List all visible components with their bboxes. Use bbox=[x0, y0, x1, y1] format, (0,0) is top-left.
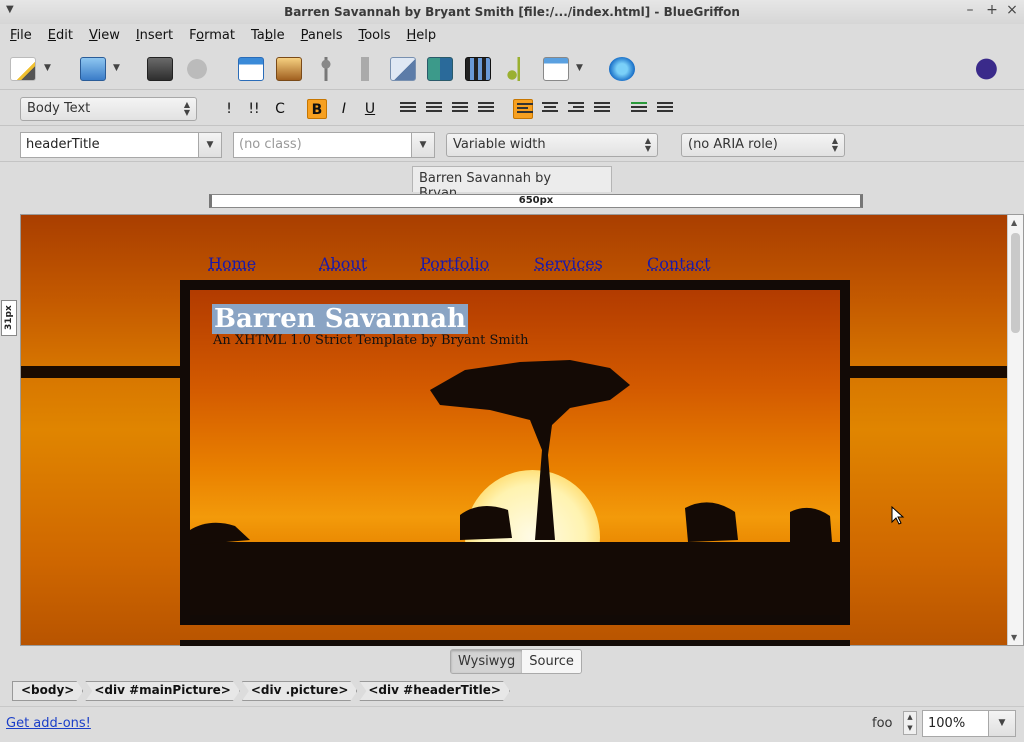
italic-button[interactable]: I bbox=[334, 99, 354, 119]
maximize-icon[interactable]: + bbox=[984, 2, 1000, 18]
header-subtitle[interactable]: An XHTML 1.0 Strict Template by Bryant S… bbox=[213, 333, 529, 348]
menu-insert[interactable]: Insert bbox=[128, 28, 181, 43]
insert-image-icon[interactable] bbox=[276, 57, 302, 81]
save-icon[interactable] bbox=[147, 57, 173, 81]
bold-button[interactable]: B bbox=[307, 99, 327, 119]
element-class-combobox[interactable]: (no class) ▼ bbox=[233, 132, 435, 158]
justify-icon[interactable] bbox=[594, 102, 610, 116]
menu-help[interactable]: Help bbox=[399, 28, 445, 43]
indent-icon[interactable] bbox=[631, 102, 647, 116]
insert-anchor-icon[interactable] bbox=[313, 57, 339, 81]
align-right-icon[interactable] bbox=[568, 102, 584, 116]
path-crumb-picture[interactable]: <div .picture> bbox=[242, 681, 358, 701]
align-left-icon bbox=[517, 103, 533, 117]
nav-link-contact[interactable]: Contact bbox=[647, 254, 711, 273]
zoom-value: 100% bbox=[928, 716, 966, 731]
nav-link-home[interactable]: Home bbox=[208, 254, 256, 273]
chevron-down-icon[interactable]: ▼ bbox=[411, 132, 435, 158]
element-path: <body> <div #mainPicture> <div .picture>… bbox=[12, 681, 512, 701]
element-id-value: headerTitle bbox=[26, 137, 100, 152]
align-center-icon[interactable] bbox=[542, 102, 558, 116]
definition-term-icon[interactable] bbox=[478, 102, 494, 116]
insert-window-dropdown-icon[interactable]: ▼ bbox=[576, 63, 583, 73]
zoom-spinner[interactable]: ▲ ▼ bbox=[903, 711, 917, 735]
insert-link-icon[interactable] bbox=[352, 57, 378, 81]
new-document-icon[interactable] bbox=[10, 57, 36, 81]
em-button[interactable]: !! bbox=[244, 99, 264, 119]
insert-form-icon[interactable] bbox=[390, 57, 416, 81]
menu-format[interactable]: Format bbox=[181, 28, 243, 43]
spin-arrows-icon: ▲ ▼ bbox=[183, 100, 190, 117]
window-title: Barren Savannah by Bryant Smith [file:/.… bbox=[284, 5, 740, 19]
preview-globe-icon[interactable] bbox=[609, 57, 635, 81]
view-mode-toggle: Wysiwyg Source bbox=[450, 649, 582, 674]
element-id-combobox[interactable]: headerTitle ▼ bbox=[20, 132, 222, 158]
bluegriffon-logo-icon bbox=[966, 54, 1000, 84]
element-class-placeholder: (no class) bbox=[239, 137, 302, 152]
source-tab[interactable]: Source bbox=[522, 650, 581, 673]
scrollbar-thumb[interactable] bbox=[1011, 233, 1020, 333]
spin-arrows-icon: ▲ ▼ bbox=[644, 136, 651, 153]
nav-link-services[interactable]: Services bbox=[534, 254, 603, 273]
zoom-combobox[interactable]: 100% ▼ bbox=[922, 710, 1016, 737]
menu-edit[interactable]: Edit bbox=[40, 28, 81, 43]
document-tab[interactable]: Barren Savannah by Bryan... bbox=[412, 166, 612, 201]
height-marker[interactable]: 31px bbox=[1, 300, 17, 336]
path-crumb-body[interactable]: <body> bbox=[12, 681, 83, 701]
chevron-down-icon[interactable]: ▼ bbox=[198, 132, 222, 158]
definition-list-icon[interactable] bbox=[452, 102, 468, 116]
status-bar bbox=[0, 706, 1024, 742]
menu-view[interactable]: View bbox=[81, 28, 128, 43]
status-label: foo bbox=[872, 716, 893, 731]
close-icon[interactable]: × bbox=[1004, 2, 1020, 18]
spin-arrows-icon: ▲ ▼ bbox=[831, 136, 838, 153]
nav-link-about[interactable]: About bbox=[319, 254, 367, 273]
vertical-scrollbar[interactable]: ▲ ▼ bbox=[1007, 215, 1023, 645]
wysiwyg-tab[interactable]: Wysiwyg bbox=[451, 650, 523, 673]
insert-html-icon[interactable] bbox=[427, 57, 453, 81]
menu-table[interactable]: Table bbox=[243, 28, 293, 43]
strong-button[interactable]: ! bbox=[219, 99, 239, 119]
scroll-up-icon[interactable]: ▲ bbox=[1011, 218, 1017, 227]
insert-window-icon[interactable] bbox=[543, 57, 569, 81]
insert-audio-icon[interactable] bbox=[503, 57, 529, 81]
aria-role-value: (no ARIA role) bbox=[688, 137, 778, 152]
window-menu-icon[interactable]: ▼ bbox=[6, 4, 14, 15]
paragraph-format-select[interactable]: Body Text ▲ ▼ bbox=[20, 97, 197, 121]
path-crumb-headertitle[interactable]: <div #headerTitle> bbox=[359, 681, 510, 701]
new-document-dropdown-icon[interactable]: ▼ bbox=[44, 63, 51, 73]
code-button[interactable]: C bbox=[270, 99, 290, 119]
content-band bbox=[180, 640, 850, 646]
title-bar: ▼ Barren Savannah by Bryant Smith [file:… bbox=[0, 0, 1024, 24]
open-document-icon[interactable] bbox=[80, 57, 106, 81]
insert-video-icon[interactable] bbox=[465, 57, 491, 81]
menu-bar: File Edit View Insert Format Table Panel… bbox=[0, 24, 1024, 46]
numbered-list-icon[interactable] bbox=[426, 102, 442, 116]
open-document-dropdown-icon[interactable]: ▼ bbox=[113, 63, 120, 73]
pointer-arrow-icon bbox=[891, 506, 905, 525]
path-crumb-mainpicture[interactable]: <div #mainPicture> bbox=[85, 681, 239, 701]
menu-file[interactable]: File bbox=[2, 28, 40, 43]
align-left-button[interactable] bbox=[513, 99, 533, 119]
paragraph-format-value: Body Text bbox=[27, 101, 91, 116]
outdent-icon[interactable] bbox=[657, 102, 673, 116]
minimize-icon[interactable]: – bbox=[962, 2, 978, 18]
width-mode-value: Variable width bbox=[453, 137, 546, 152]
bullet-list-icon[interactable] bbox=[400, 102, 416, 116]
width-mode-select[interactable]: Variable width ▲ ▼ bbox=[446, 133, 658, 157]
close-document-icon[interactable] bbox=[184, 57, 210, 81]
width-ruler[interactable]: 650px bbox=[209, 194, 863, 208]
scroll-down-icon[interactable]: ▼ bbox=[1011, 633, 1017, 642]
nav-link-portfolio[interactable]: Portfolio bbox=[420, 254, 489, 273]
aria-role-select[interactable]: (no ARIA role) ▲ ▼ bbox=[681, 133, 845, 157]
header-title[interactable]: Barren Savannah bbox=[212, 304, 468, 334]
chevron-down-icon[interactable]: ▼ bbox=[988, 710, 1016, 737]
underline-button[interactable]: U bbox=[360, 99, 380, 119]
menu-tools[interactable]: Tools bbox=[350, 28, 398, 43]
insert-table-icon[interactable] bbox=[238, 57, 264, 81]
get-addons-link[interactable]: Get add-ons! bbox=[6, 716, 91, 731]
menu-panels[interactable]: Panels bbox=[293, 28, 351, 43]
